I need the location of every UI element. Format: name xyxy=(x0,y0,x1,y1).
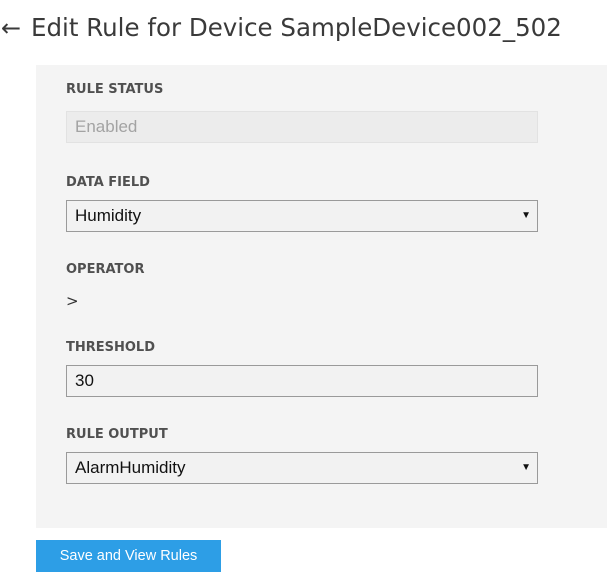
rule-status-value: Enabled xyxy=(75,117,138,136)
operator-value: > xyxy=(66,292,79,310)
rule-status-field: Enabled xyxy=(66,111,538,143)
page-header: ← Edit Rule for Device SampleDevice002_5… xyxy=(0,8,562,48)
operator-group: OPERATOR > xyxy=(66,262,538,310)
rule-output-value: AlarmHumidity xyxy=(75,458,186,477)
rule-output-label: RULE OUTPUT xyxy=(66,427,168,442)
data-field-value: Humidity xyxy=(75,206,142,225)
data-field-group: DATA FIELD Humidity ▼ xyxy=(66,175,538,232)
chevron-down-icon: ▼ xyxy=(521,210,531,221)
back-arrow-icon[interactable]: ← xyxy=(0,16,31,40)
operator-label: OPERATOR xyxy=(66,262,145,277)
threshold-value: 30 xyxy=(75,371,94,390)
threshold-input[interactable]: 30 xyxy=(66,365,538,397)
data-field-select[interactable]: Humidity ▼ xyxy=(66,200,538,232)
threshold-group: THRESHOLD 30 xyxy=(66,340,538,397)
threshold-label: THRESHOLD xyxy=(66,340,156,355)
chevron-down-icon: ▼ xyxy=(521,462,531,473)
data-field-label: DATA FIELD xyxy=(66,175,150,190)
edit-rule-form: RULE STATUS Enabled DATA FIELD Humidity … xyxy=(36,65,607,528)
rule-output-select[interactable]: AlarmHumidity ▼ xyxy=(66,452,538,484)
page-title: Edit Rule for Device SampleDevice002_502 xyxy=(31,12,562,42)
save-and-view-rules-button[interactable]: Save and View Rules xyxy=(36,540,221,572)
rule-status-group: RULE STATUS Enabled xyxy=(66,82,538,143)
rule-output-group: RULE OUTPUT AlarmHumidity ▼ xyxy=(66,427,538,484)
rule-status-label: RULE STATUS xyxy=(66,82,164,97)
